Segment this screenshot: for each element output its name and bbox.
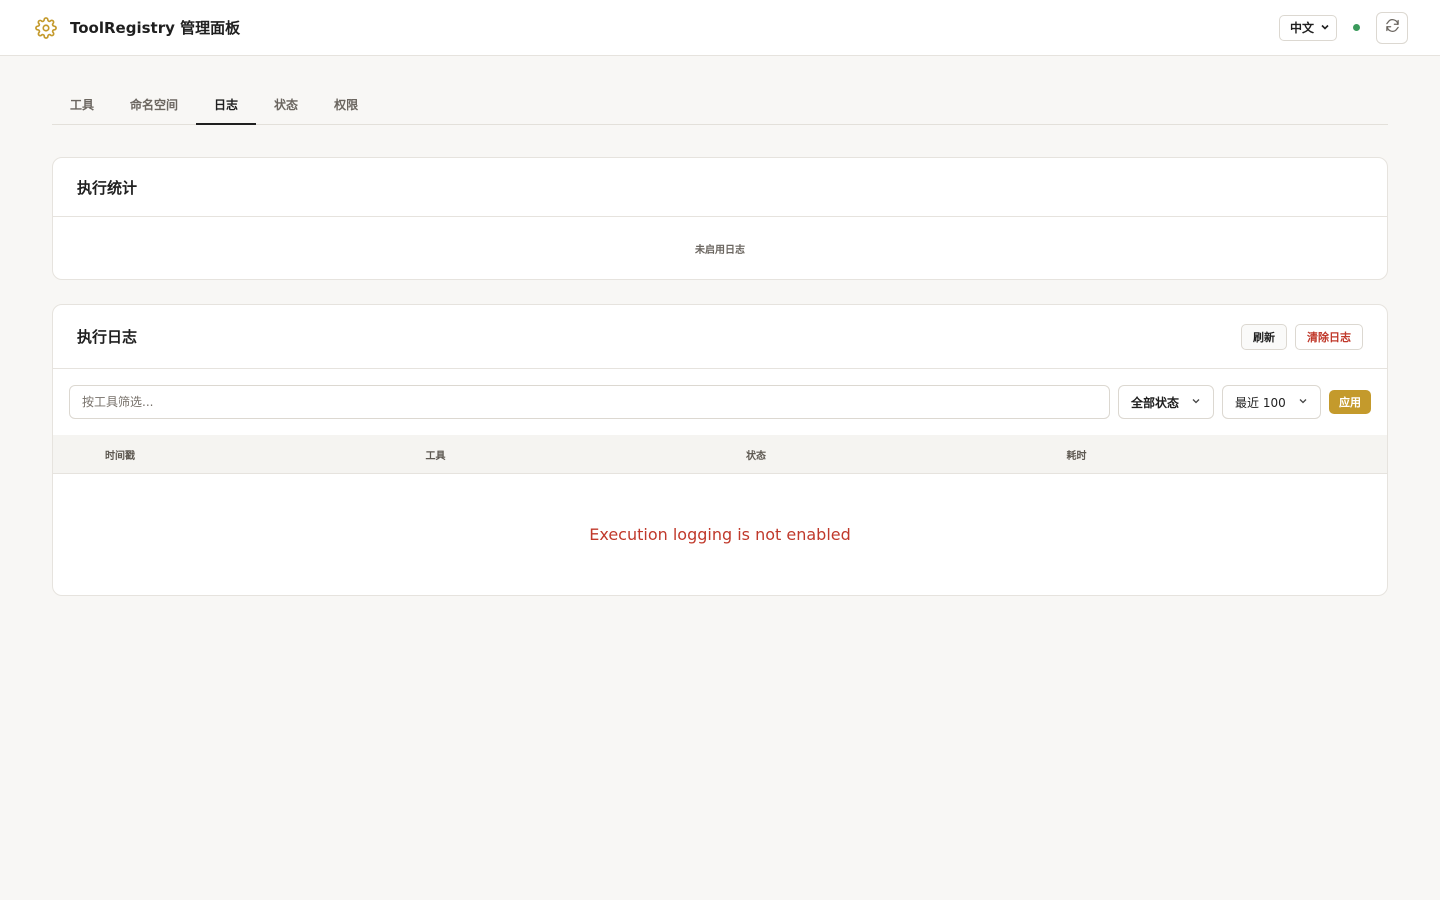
- tab-namespaces[interactable]: 命名空间: [112, 85, 196, 124]
- status-filter-select[interactable]: 全部状态: [1118, 385, 1214, 419]
- refresh-icon: [1385, 18, 1400, 37]
- main-content: 工具 命名空间 日志 状态 权限 执行统计 未启用日志 执行日志 刷新 清除日志…: [0, 86, 1440, 596]
- chevron-down-icon: [1320, 21, 1330, 35]
- log-filters: 全部状态 最近 100 应用: [53, 369, 1387, 435]
- column-tool[interactable]: 工具: [426, 447, 747, 462]
- log-table-body: Execution logging is not enabled: [53, 474, 1387, 595]
- tab-bar: 工具 命名空间 日志 状态 权限: [52, 86, 1388, 125]
- column-status[interactable]: 状态: [746, 447, 1067, 462]
- language-select[interactable]: 中文: [1278, 14, 1337, 41]
- column-duration[interactable]: 耗时: [1067, 447, 1388, 462]
- top-bar: ToolRegistry 管理面板 中文: [0, 0, 1440, 56]
- header-actions: 中文: [1278, 11, 1408, 44]
- clear-logs-button[interactable]: 清除日志: [1295, 323, 1363, 350]
- tab-status[interactable]: 状态: [256, 85, 316, 124]
- stats-empty-note: 未启用日志: [695, 244, 745, 256]
- global-refresh-button[interactable]: [1376, 11, 1408, 44]
- connection-status-dot: [1353, 24, 1360, 31]
- stats-card-title: 执行统计: [77, 178, 138, 197]
- tool-filter-input[interactable]: [69, 385, 1110, 419]
- logging-disabled-message: Execution logging is not enabled: [589, 525, 851, 544]
- log-card-title: 执行日志: [77, 328, 138, 346]
- stats-card-header: 执行统计: [53, 158, 1387, 217]
- refresh-logs-button[interactable]: 刷新: [1241, 323, 1287, 350]
- app-title: ToolRegistry 管理面板: [70, 19, 241, 37]
- tab-permissions[interactable]: 权限: [316, 85, 376, 124]
- log-card-header: 执行日志 刷新 清除日志: [53, 305, 1387, 369]
- status-filter-value: 全部状态: [1131, 395, 1180, 410]
- tab-tools[interactable]: 工具: [52, 85, 112, 124]
- chevron-down-icon: [1298, 395, 1308, 409]
- brand: ToolRegistry 管理面板: [34, 16, 240, 40]
- gear-icon: [34, 16, 58, 40]
- column-timestamp[interactable]: 时间戳: [105, 447, 426, 462]
- limit-select-value: 最近 100: [1235, 395, 1286, 410]
- language-select-value: 中文: [1289, 21, 1314, 35]
- execution-log-card: 执行日志 刷新 清除日志 全部状态 最近 100 应用 时: [52, 304, 1388, 596]
- log-actions: 刷新 清除日志: [1241, 323, 1363, 350]
- limit-select[interactable]: 最近 100: [1222, 385, 1321, 419]
- execution-stats-card: 执行统计 未启用日志: [52, 157, 1388, 280]
- tab-logs[interactable]: 日志: [196, 85, 257, 125]
- apply-filter-button[interactable]: 应用: [1329, 390, 1371, 414]
- chevron-down-icon: [1191, 395, 1201, 409]
- log-table-header: 时间戳 工具 状态 耗时: [53, 435, 1387, 474]
